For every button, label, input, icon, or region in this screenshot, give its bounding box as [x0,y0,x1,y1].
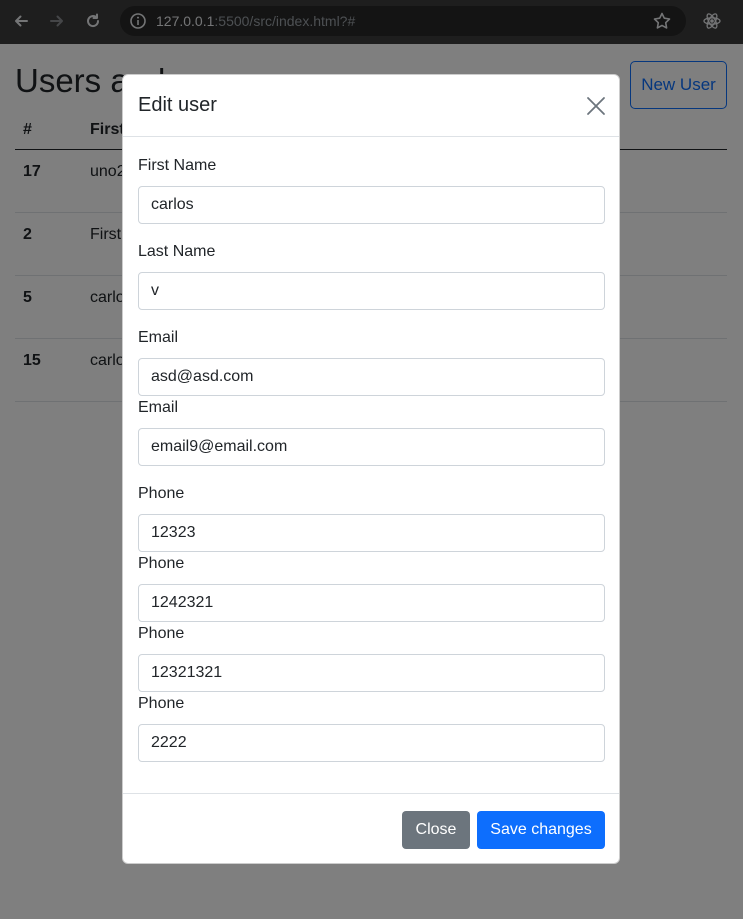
save-changes-button[interactable]: Save changes [477,811,605,849]
email-label: Email [138,329,179,346]
phone-field[interactable] [138,724,605,762]
last-name-label: Last Name [138,243,216,260]
modal-header: Edit user [123,75,619,137]
modal-title: Edit user [138,94,217,116]
email-field[interactable] [138,358,605,396]
phone-label: Phone [138,695,185,712]
first-name-label: First Name [138,157,217,174]
phone-field[interactable] [138,584,605,622]
first-name-field[interactable] [138,186,605,224]
close-button[interactable]: Close [402,811,470,849]
phone-field[interactable] [138,654,605,692]
phone-label: Phone [138,555,185,572]
close-icon[interactable] [585,95,607,117]
phone-label: Phone [138,485,185,502]
last-name-field[interactable] [138,272,605,310]
email-label: Email [138,399,179,416]
email-field[interactable] [138,428,605,466]
edit-user-modal: Edit user First Name Last Name Email Ema… [122,74,620,864]
modal-footer: Close Save changes [123,793,619,865]
phone-label: Phone [138,625,185,642]
phone-field[interactable] [138,514,605,552]
